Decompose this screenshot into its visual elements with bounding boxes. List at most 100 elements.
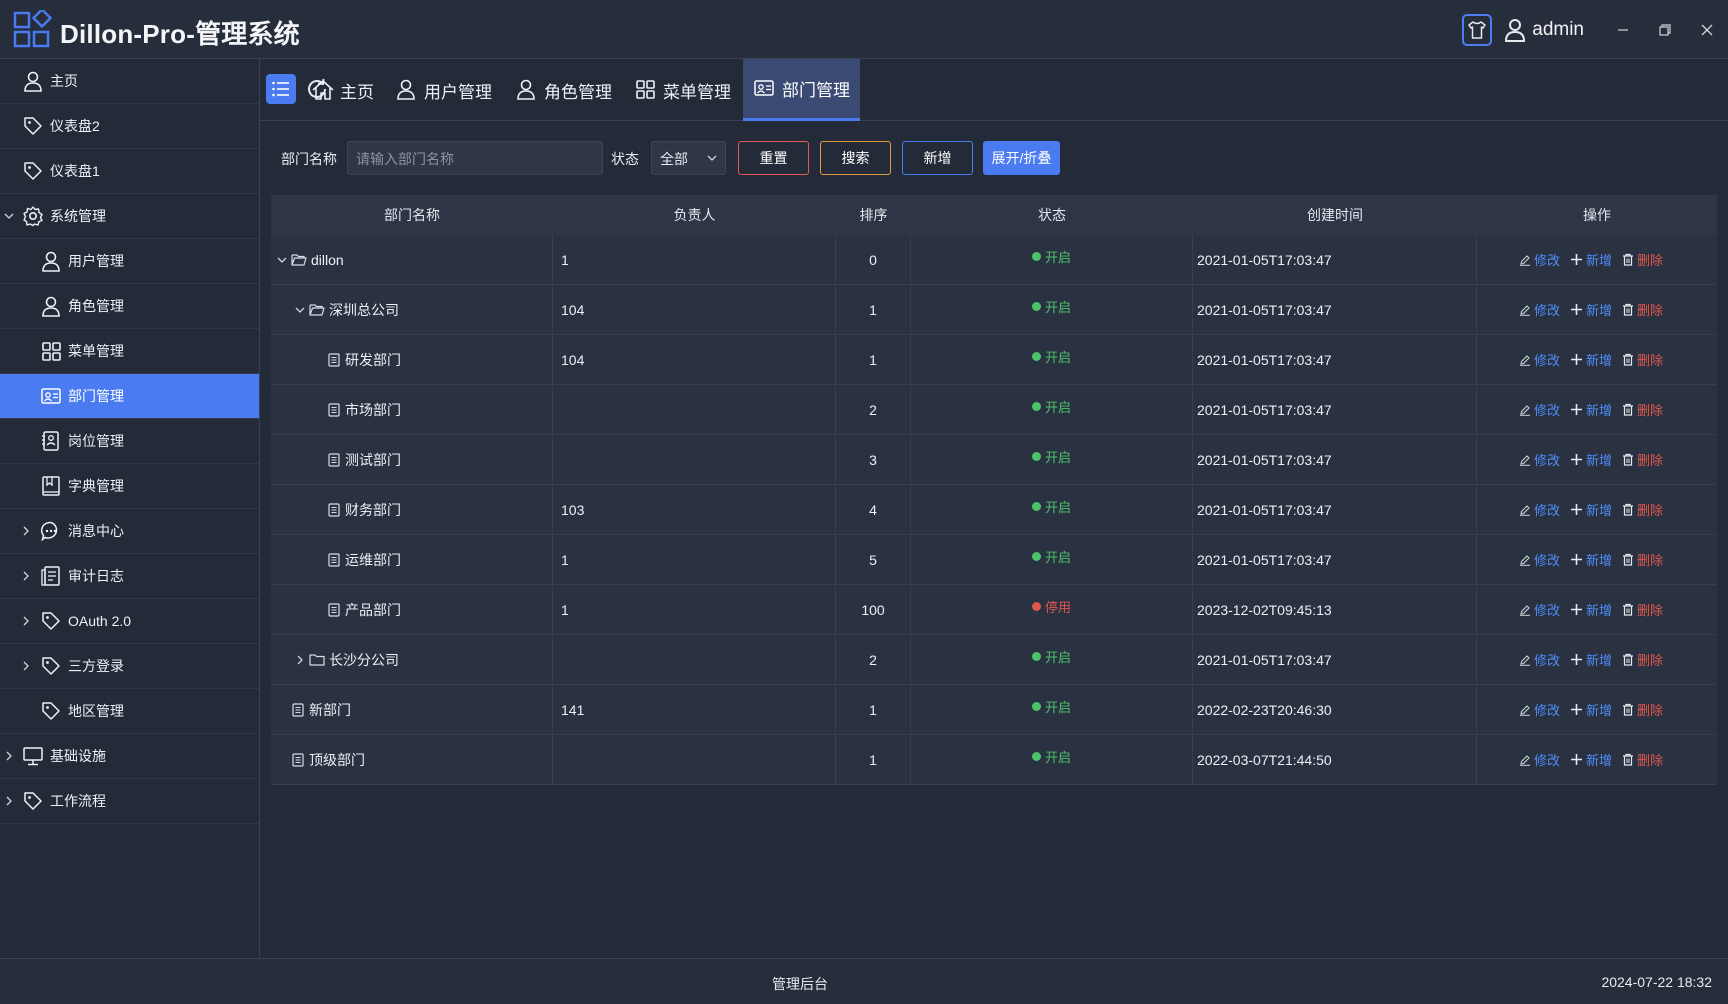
edit-icon — [1519, 604, 1534, 616]
edit-button[interactable]: 修改 — [1519, 250, 1560, 269]
add-child-button[interactable]: 新增 — [1570, 700, 1612, 719]
chevron-down-icon[interactable] — [291, 304, 309, 316]
sidebar-item[interactable]: 消息中心 — [0, 509, 259, 554]
dept-sort: 2 — [869, 401, 877, 418]
status-select[interactable]: 全部 — [651, 141, 726, 175]
delete-button[interactable]: 删除 — [1622, 300, 1663, 319]
status-badge: 开启 — [1031, 647, 1071, 666]
dept-name-label: 部门名称 — [281, 151, 337, 167]
tab[interactable]: 菜单管理 — [634, 59, 731, 121]
edit-button[interactable]: 修改 — [1519, 600, 1560, 619]
chevron-right-icon[interactable] — [291, 654, 309, 666]
add-child-button[interactable]: 新增 — [1570, 550, 1612, 569]
sidebar-item[interactable]: 主页 — [0, 59, 259, 104]
reset-button[interactable]: 重置 — [738, 141, 809, 175]
sidebar-item-label: 仪表盘1 — [50, 163, 100, 179]
tab[interactable]: 主页 — [311, 59, 374, 121]
delete-button[interactable]: 删除 — [1622, 750, 1663, 769]
dept-name-input[interactable]: 请输入部门名称 — [347, 141, 603, 175]
status-text: 开启 — [1044, 550, 1071, 565]
dept-leader: 141 — [561, 701, 585, 718]
edit-button[interactable]: 修改 — [1519, 650, 1560, 669]
add-child-button[interactable]: 新增 — [1570, 600, 1612, 619]
sidebar-item[interactable]: 角色管理 — [0, 284, 259, 329]
sidebar-item[interactable]: 地区管理 — [0, 689, 259, 734]
tab[interactable]: 角色管理 — [515, 59, 612, 121]
add-button[interactable]: 新增 — [902, 141, 973, 175]
add-child-button[interactable]: 新增 — [1570, 500, 1612, 519]
delete-button[interactable]: 删除 — [1622, 350, 1663, 369]
delete-button[interactable]: 删除 — [1622, 600, 1663, 619]
theme-shirt-button[interactable] — [1462, 13, 1493, 46]
chevron-down-icon[interactable] — [273, 254, 291, 266]
dept-name: 运维部门 — [345, 551, 401, 568]
sidebar-item[interactable]: 字典管理 — [0, 464, 259, 509]
plus-icon — [1570, 553, 1586, 566]
sidebar-item[interactable]: 基础设施 — [0, 734, 259, 779]
edit-button[interactable]: 修改 — [1519, 700, 1560, 719]
add-child-button[interactable]: 新增 — [1570, 300, 1612, 319]
edit-button[interactable]: 修改 — [1519, 550, 1560, 569]
table-row: 产品部门 1 100 停用 2023-12-02T09:45:13 修改 新增 删除 — [271, 585, 1717, 635]
edit-button[interactable]: 修改 — [1519, 350, 1560, 369]
add-child-button[interactable]: 新增 — [1570, 400, 1612, 419]
minimize-button[interactable] — [1602, 0, 1644, 59]
add-label: 新增 — [1586, 603, 1613, 618]
add-child-button[interactable]: 新增 — [1570, 350, 1612, 369]
sidebar-item-label: 仪表盘2 — [50, 118, 100, 134]
user-menu[interactable]: admin — [1504, 18, 1584, 42]
delete-button[interactable]: 删除 — [1622, 500, 1663, 519]
dept-name: 顶级部门 — [309, 751, 365, 768]
search-button[interactable]: 搜索 — [820, 141, 891, 175]
document-icon — [291, 702, 309, 717]
folder-open-icon — [291, 253, 311, 267]
delete-button[interactable]: 删除 — [1622, 450, 1663, 469]
status-dot — [1031, 552, 1041, 561]
sidebar-item[interactable]: 三方登录 — [0, 644, 259, 689]
delete-button[interactable]: 删除 — [1622, 250, 1663, 269]
delete-label: 删除 — [1637, 653, 1664, 668]
trash-icon — [1622, 503, 1637, 516]
sidebar-item[interactable]: 仪表盘1 — [0, 149, 259, 194]
document-icon — [327, 602, 345, 617]
edit-button[interactable]: 修改 — [1519, 300, 1560, 319]
menu-toggle-button[interactable] — [266, 74, 296, 104]
footer-label: 管理后台 — [772, 976, 828, 992]
status-dot — [1031, 402, 1041, 411]
delete-button[interactable]: 删除 — [1622, 650, 1663, 669]
plus-icon — [1570, 703, 1586, 716]
delete-button[interactable]: 删除 — [1622, 550, 1663, 569]
edit-icon — [1519, 504, 1534, 516]
plus-icon — [1570, 353, 1586, 366]
sidebar-item[interactable]: OAuth 2.0 — [0, 599, 259, 644]
dept-leader: 104 — [561, 301, 585, 318]
sidebar-item[interactable]: 系统管理 — [0, 194, 259, 239]
edit-label: 修改 — [1534, 353, 1561, 368]
edit-button[interactable]: 修改 — [1519, 750, 1560, 769]
add-child-button[interactable]: 新增 — [1570, 650, 1612, 669]
sidebar-item[interactable]: 仪表盘2 — [0, 104, 259, 149]
dept-name: 产品部门 — [345, 601, 401, 618]
restore-button[interactable] — [1644, 0, 1686, 59]
sidebar-item[interactable]: 部门管理 — [0, 374, 259, 419]
expand-collapse-button[interactable]: 展开/折叠 — [983, 141, 1060, 175]
delete-button[interactable]: 删除 — [1622, 400, 1663, 419]
status-text: 开启 — [1044, 300, 1071, 315]
add-label: 新增 — [1586, 703, 1613, 718]
tab[interactable]: 用户管理 — [395, 59, 492, 121]
chevron-right-icon — [3, 795, 15, 807]
edit-button[interactable]: 修改 — [1519, 500, 1560, 519]
tab[interactable]: 部门管理 — [743, 59, 860, 121]
sidebar-item[interactable]: 用户管理 — [0, 239, 259, 284]
add-child-button[interactable]: 新增 — [1570, 450, 1612, 469]
close-button[interactable] — [1686, 0, 1728, 59]
edit-button[interactable]: 修改 — [1519, 450, 1560, 469]
sidebar-item[interactable]: 工作流程 — [0, 779, 259, 824]
delete-button[interactable]: 删除 — [1622, 700, 1663, 719]
sidebar-item[interactable]: 审计日志 — [0, 554, 259, 599]
add-child-button[interactable]: 新增 — [1570, 250, 1612, 269]
sidebar-item[interactable]: 菜单管理 — [0, 329, 259, 374]
add-child-button[interactable]: 新增 — [1570, 750, 1612, 769]
sidebar-item[interactable]: 岗位管理 — [0, 419, 259, 464]
edit-button[interactable]: 修改 — [1519, 400, 1560, 419]
